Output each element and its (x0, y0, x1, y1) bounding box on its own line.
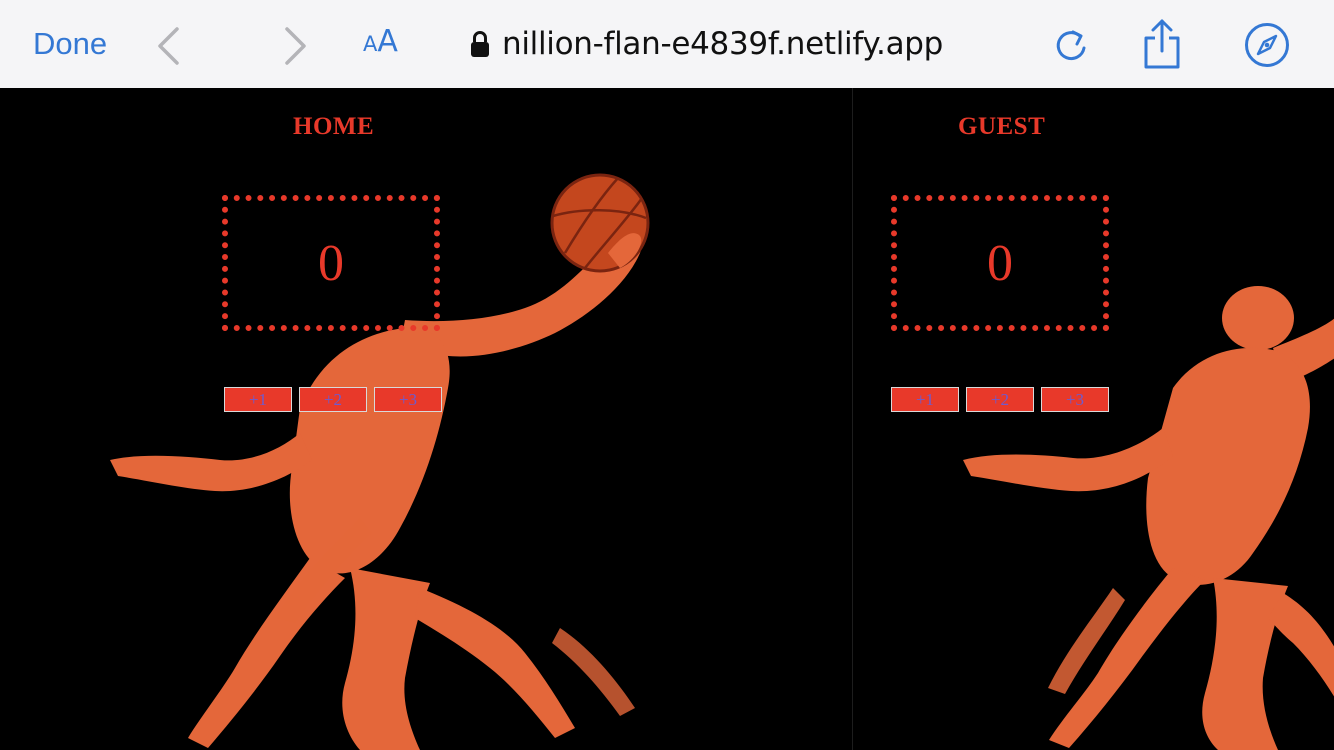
lock-icon (471, 31, 489, 57)
home-add-1-button[interactable]: +1 (224, 387, 292, 412)
guest-panel: GUEST 0 +1 +2 +3 (852, 88, 1334, 750)
address-bar[interactable]: nillion-flan-e4839f.netlify.app (470, 24, 990, 64)
share-icon[interactable] (1141, 18, 1183, 70)
reload-icon[interactable] (1052, 26, 1090, 66)
guest-score-box: 0 (891, 195, 1109, 331)
home-add-3-button[interactable]: +3 (374, 387, 442, 412)
done-button[interactable]: Done (33, 26, 107, 62)
guest-title: GUEST (958, 113, 1046, 140)
home-add-2-button[interactable]: +2 (299, 387, 367, 412)
guest-add-2-button[interactable]: +2 (966, 387, 1034, 412)
back-chevron-icon[interactable] (155, 26, 181, 66)
home-panel: HOME 0 +1 +2 +3 (0, 88, 852, 750)
guest-add-1-button[interactable]: +1 (891, 387, 959, 412)
forward-chevron-icon[interactable] (283, 26, 309, 66)
guest-add-3-button[interactable]: +3 (1041, 387, 1109, 412)
home-score: 0 (318, 234, 344, 292)
scoreboard-page: HOME 0 +1 +2 +3 GUEST 0 +1 +2 +3 (0, 88, 1334, 750)
text-size-button[interactable]: AA (363, 27, 398, 57)
url-text: nillion-flan-e4839f.netlify.app (502, 26, 944, 62)
compass-icon[interactable] (1244, 22, 1290, 68)
home-score-box: 0 (222, 195, 440, 331)
basketball-player-illustration (110, 173, 650, 750)
browser-toolbar: Done AA nillion-flan-e4839f.netlify.app (0, 0, 1334, 88)
text-size-large-label: A (377, 24, 398, 59)
text-size-small-label: A (363, 32, 378, 56)
home-title: HOME (293, 113, 375, 140)
basketball-player-illustration (963, 286, 1334, 750)
guest-score: 0 (987, 234, 1013, 292)
